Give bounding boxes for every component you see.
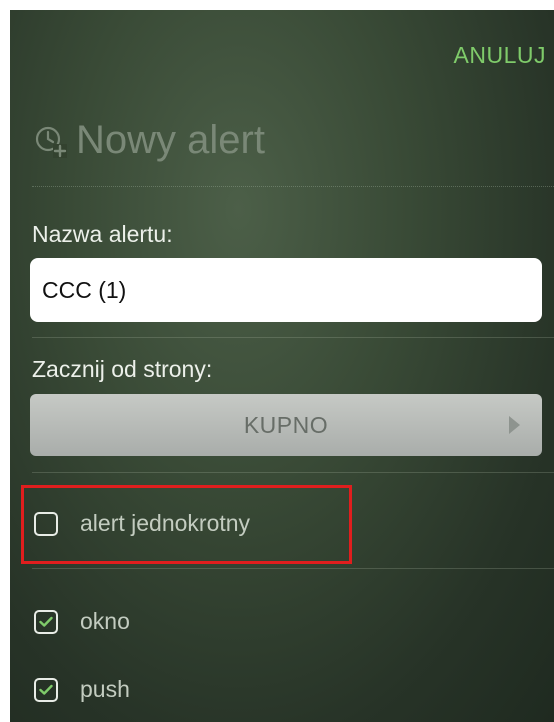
checkmark-icon <box>39 684 53 695</box>
start-page-value: KUPNO <box>243 411 329 438</box>
page-title: Nowy alert <box>32 118 265 163</box>
checkmark-icon <box>39 616 53 627</box>
chevron-right-icon <box>509 416 520 434</box>
checkbox-checked-icon[interactable] <box>34 677 58 702</box>
window-option[interactable]: okno <box>34 608 130 635</box>
alert-name-input[interactable]: CCC (1) <box>30 258 542 322</box>
divider <box>32 568 554 569</box>
alarm-plus-icon <box>35 126 67 158</box>
start-page-label: Zacznij od strony: <box>32 356 213 382</box>
option-label: push <box>80 676 130 702</box>
name-label: Nazwa alertu: <box>32 221 173 247</box>
divider <box>32 472 554 473</box>
highlight-box <box>21 485 352 564</box>
push-option[interactable]: push <box>34 676 130 703</box>
cancel-button[interactable]: ANULUJ <box>454 42 546 69</box>
start-page-selector[interactable]: KUPNO <box>30 394 542 456</box>
divider <box>32 337 554 338</box>
divider <box>32 186 554 187</box>
checkbox-checked-icon[interactable] <box>34 609 58 634</box>
title-text: Nowy alert <box>76 118 265 162</box>
new-alert-screen: ANULUJ Nowy alert Nazwa alertu: CCC (1) … <box>10 10 554 722</box>
option-label: okno <box>80 608 130 634</box>
